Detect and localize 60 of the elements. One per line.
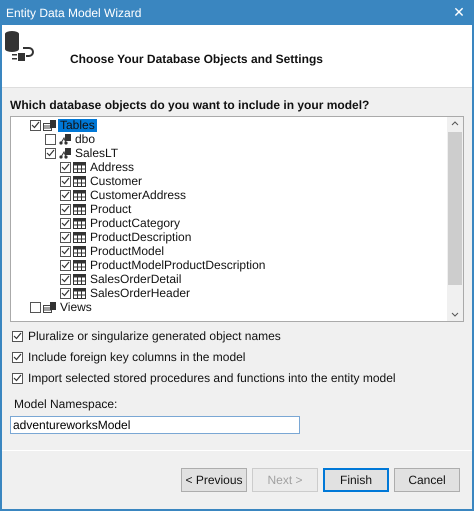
question-label: Which database objects do you want to include in your model? bbox=[10, 98, 370, 112]
checkbox[interactable] bbox=[45, 148, 56, 158]
folder-table-icon bbox=[43, 119, 56, 131]
option-label[interactable]: Include foreign key columns in the model bbox=[28, 350, 246, 364]
table-icon bbox=[73, 231, 86, 243]
checkbox[interactable] bbox=[12, 372, 23, 384]
scroll-up-icon[interactable] bbox=[451, 121, 459, 126]
namespace-field[interactable]: adventureworksModel bbox=[10, 416, 300, 434]
tree-item[interactable]: dbo bbox=[73, 132, 98, 146]
scroll-down-icon[interactable] bbox=[451, 312, 459, 317]
wizard-button[interactable]: < Previous bbox=[181, 468, 247, 492]
tree-item[interactable]: Views bbox=[58, 300, 94, 314]
checkbox[interactable] bbox=[60, 204, 71, 214]
checkbox[interactable] bbox=[12, 330, 23, 342]
tree-item[interactable]: ProductModelProductDescription bbox=[88, 258, 268, 272]
namespace-label: Model Namespace: bbox=[13, 397, 118, 411]
window-title: Entity Data Model Wizard bbox=[6, 6, 142, 20]
tree-item[interactable]: SalesOrderHeader bbox=[88, 286, 192, 300]
checkbox[interactable] bbox=[30, 302, 41, 312]
checkbox[interactable] bbox=[60, 260, 71, 270]
tree-item[interactable]: Tables bbox=[58, 118, 97, 132]
checkbox[interactable] bbox=[60, 218, 71, 228]
checkbox[interactable] bbox=[12, 352, 23, 362]
table-icon bbox=[73, 161, 86, 173]
schema-icon bbox=[58, 133, 71, 145]
tree-item[interactable]: ProductDescription bbox=[88, 230, 194, 244]
table-icon bbox=[73, 203, 86, 215]
tree-item[interactable]: SalesOrderDetail bbox=[88, 272, 184, 286]
table-icon bbox=[73, 175, 86, 187]
tree-item[interactable]: Product bbox=[88, 202, 134, 216]
schema-icon bbox=[58, 147, 71, 159]
checkbox[interactable] bbox=[60, 232, 71, 242]
checkbox[interactable] bbox=[45, 134, 56, 144]
option-label[interactable]: Import selected stored procedures and functions into the entity model bbox=[28, 371, 396, 385]
table-icon bbox=[73, 287, 86, 299]
table-icon bbox=[73, 245, 86, 257]
checkbox[interactable] bbox=[60, 176, 71, 186]
tree-item[interactable]: Customer bbox=[88, 174, 144, 188]
table-icon bbox=[73, 189, 86, 201]
page-heading: Choose Your Database Objects and Settings bbox=[70, 52, 323, 66]
wizard-button[interactable]: Cancel bbox=[394, 468, 460, 492]
tree-item[interactable]: ProductCategory bbox=[88, 216, 182, 230]
close-button[interactable]: ✕ bbox=[444, 0, 474, 24]
tree-item[interactable]: ProductModel bbox=[88, 244, 166, 258]
option-label[interactable]: Pluralize or singularize generated object names bbox=[28, 329, 281, 343]
table-icon bbox=[73, 273, 86, 285]
tree-item[interactable]: SalesLT bbox=[73, 146, 120, 160]
table-icon bbox=[73, 259, 86, 271]
checkbox[interactable] bbox=[30, 120, 41, 130]
wizard-button[interactable]: Finish bbox=[323, 468, 389, 492]
checkbox[interactable] bbox=[60, 246, 71, 256]
tree-item[interactable]: CustomerAddress bbox=[88, 188, 188, 202]
checkbox[interactable] bbox=[60, 190, 71, 200]
scrollbar[interactable] bbox=[447, 117, 463, 321]
tree-item[interactable]: Address bbox=[88, 160, 136, 174]
checkbox[interactable] bbox=[60, 162, 71, 172]
table-icon bbox=[73, 217, 86, 229]
checkbox[interactable] bbox=[60, 274, 71, 284]
folder-table-icon bbox=[43, 301, 56, 313]
checkbox[interactable] bbox=[60, 288, 71, 298]
